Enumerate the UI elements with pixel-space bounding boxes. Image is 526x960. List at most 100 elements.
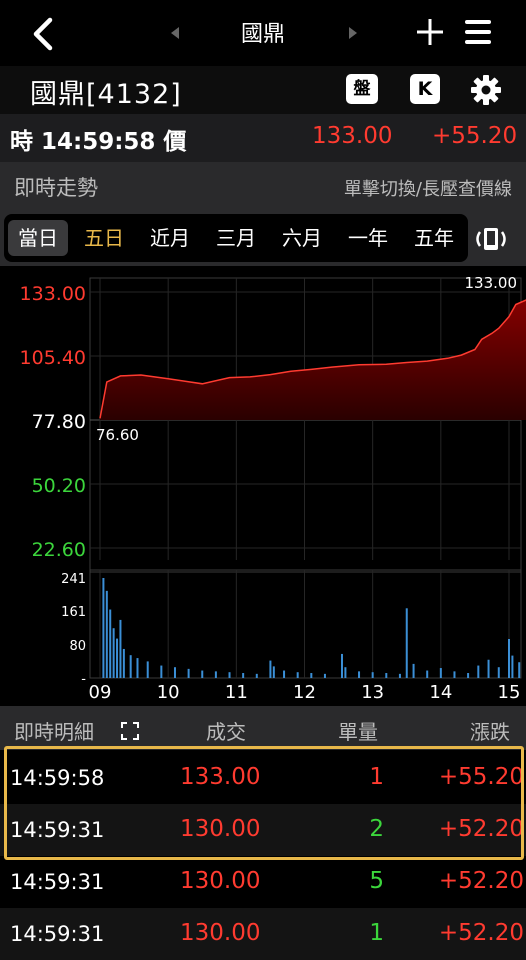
gear-icon[interactable] [470,74,502,106]
top-nav-bar: 國鼎 [0,0,526,66]
tab-intraday[interactable]: 當日 [8,220,68,256]
trade-row[interactable]: 14:59:31 130.00 2 +52.20 [0,804,526,856]
volume-bar [477,665,480,678]
volume-bar [272,666,275,678]
expand-icon[interactable] [121,722,139,740]
trade-change: +52.20 [438,816,524,842]
back-arrow-icon[interactable] [26,14,60,54]
trade-price: 130.00 [180,816,261,842]
trade-volume: 5 [369,868,384,894]
volume-bar [508,638,510,678]
volume-bar [129,655,132,678]
trade-row[interactable]: 14:59:31 130.00 5 +52.20 [0,856,526,908]
volume-bar [497,667,500,678]
trade-detail-header: 即時明細 成交 單量 漲跌 [0,706,526,750]
price-axis-label: 133.00 [20,283,86,305]
volume-axis-label: - [81,672,86,687]
volume-bar [283,670,286,678]
volume-bar [201,670,204,678]
tab-five-years[interactable]: 五年 [404,220,464,256]
volume-bar [405,608,408,678]
time-axis-label: 14 [429,682,452,703]
tab-recent-month[interactable]: 近月 [140,220,200,256]
time-axis-label: 10 [157,682,180,703]
trade-price: 130.00 [180,868,261,894]
volume-bar [296,672,299,678]
volume-bar [358,671,361,678]
realtime-trend-header: 即時走勢 單擊切換/長壓查價線 [0,162,526,210]
period-tabs-row: 當日 五日 近月 三月 六月 一年 五年 [0,210,526,266]
time-axis-label: 15 [498,682,521,703]
section-title: 即時走勢 [14,176,98,200]
price-axis-label: 22.60 [32,539,86,561]
volume-bar [518,662,521,678]
volume-bar [214,671,217,678]
volume-axis-label: 80 [69,639,86,654]
volume-bar [310,673,313,678]
tab-five-day[interactable]: 五日 [74,220,134,256]
volume-bar [340,653,343,678]
hamburger-menu-icon[interactable] [462,16,494,48]
tab-six-months[interactable]: 六月 [272,220,332,256]
trade-volume: 1 [369,764,384,790]
volume-bar [412,663,415,678]
chart-canvas: 133.00 105.40 77.80 50.20 22.60 133.00 76.60 24… [20,274,526,703]
volume-bar [160,665,163,678]
tab-one-year[interactable]: 一年 [338,220,398,256]
time-axis-label: 11 [225,682,248,703]
trade-row[interactable]: 14:59:31 130.00 1 +52.20 [0,908,526,960]
volume-bar [102,578,105,678]
tab-three-months[interactable]: 三月 [206,220,266,256]
section-hint: 單擊切換/長壓查價線 [343,179,512,200]
next-stock-arrow-icon[interactable] [346,24,360,42]
quote-time-label: 時 14:59:58 價 [10,129,187,155]
volume-bar [119,619,122,678]
price-change: +55.20 [432,123,518,149]
rotate-screen-icon[interactable] [472,224,510,254]
volume-bar [385,673,388,678]
volume-bar [136,658,139,678]
intraday-chart[interactable]: 133.00 105.40 77.80 50.20 22.60 133.00 76.60 24… [0,266,526,706]
volume-bar [187,668,190,678]
low-price-label: 76.60 [96,426,139,444]
price-axis-label: 50.20 [32,475,86,497]
column-price-header: 成交 [206,720,246,744]
volume-bar [439,668,442,678]
volume-bar [511,655,514,678]
volume-bar [255,673,258,678]
volume-axis-label: 241 [61,572,86,587]
volume-bar [112,628,115,678]
order-book-button[interactable]: 盤 [346,74,378,104]
trade-time: 14:59:31 [10,818,105,842]
volume-bar [467,673,470,678]
k-chart-button[interactable]: K [410,74,440,104]
volume-bar [323,673,326,678]
time-axis-label: 09 [89,682,112,703]
trade-row[interactable]: 14:59:58 133.00 1 +55.20 [0,752,526,804]
prev-stock-arrow-icon[interactable] [168,24,182,42]
trade-price: 133.00 [180,764,261,790]
volume-bar [109,609,112,678]
volume-bar [146,661,149,678]
detail-title: 即時明細 [14,720,94,744]
period-tabs: 當日 五日 近月 三月 六月 一年 五年 [4,214,468,262]
price-axis-label: 77.80 [32,411,86,433]
time-axis-label: 13 [361,682,384,703]
add-icon[interactable] [414,16,446,48]
volume-bar [344,667,347,678]
volume-bar [371,672,374,678]
quote-bar: 時 14:59:58 價 133.00 +55.20 [0,114,526,162]
trade-change: +52.20 [438,920,524,946]
time-axis-label: 12 [293,682,316,703]
nav-stock-title: 國鼎 [240,22,285,47]
volume-panel-frame [89,569,522,679]
high-price-label: 133.00 [465,274,518,292]
trade-time: 14:59:31 [10,922,105,946]
volume-bar [426,670,429,678]
stock-header: 國鼎[4132] 盤 K [0,66,526,114]
volume-bar [269,660,272,678]
volume-bar [173,667,176,678]
volume-bar [453,671,456,678]
trade-volume: 2 [369,816,384,842]
volume-bar [105,590,108,678]
